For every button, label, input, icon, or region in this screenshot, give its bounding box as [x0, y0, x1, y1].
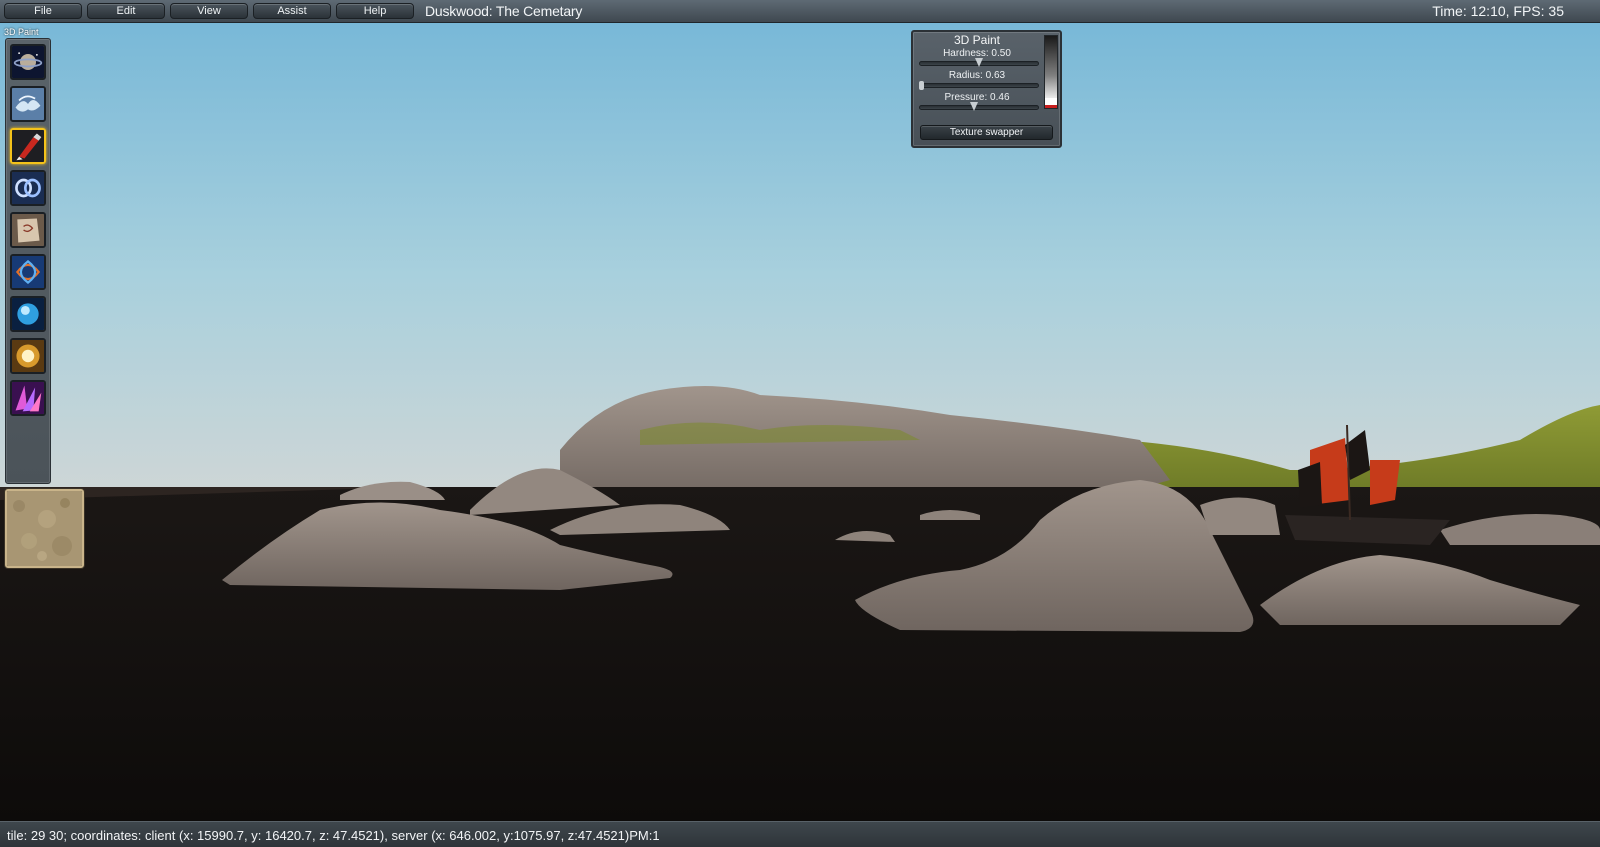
tool-button-2[interactable]: [10, 86, 46, 122]
knot-icon: [12, 256, 44, 288]
texture-swapper-button[interactable]: Texture swapper: [920, 125, 1053, 140]
terrain-scene[interactable]: [0, 0, 1600, 847]
menu-assist[interactable]: Assist: [253, 3, 331, 19]
planet-icon: [12, 46, 44, 78]
tool-button-7[interactable]: [10, 296, 46, 332]
paint-brush-icon: [12, 130, 44, 162]
tool-button-8[interactable]: [10, 338, 46, 374]
blue-orb-icon: [12, 298, 44, 330]
menu-help[interactable]: Help: [336, 3, 414, 19]
tool-button-5[interactable]: [10, 212, 46, 248]
radius-slider[interactable]: [919, 81, 1039, 90]
zone-title: Duskwood: The Cemetary: [425, 3, 583, 19]
menu-file[interactable]: File: [4, 3, 82, 19]
palette-title: 3D Paint: [4, 27, 39, 37]
tool-button-4[interactable]: [10, 170, 46, 206]
3d-viewport[interactable]: [0, 0, 1600, 847]
paint-settings-panel: 3D Paint Hardness: 0.50 Radius: 0.63 Pre…: [911, 30, 1062, 148]
tool-button-6[interactable]: [10, 254, 46, 290]
panel-title: 3D Paint: [953, 33, 1001, 47]
tool-button-9[interactable]: [10, 380, 46, 416]
status-bar: tile: 29 30; coordinates: client (x: 159…: [0, 821, 1600, 847]
hardness-slider-thumb[interactable]: [975, 58, 983, 67]
rings-icon: [12, 172, 44, 204]
rock-small-6: [1200, 497, 1280, 535]
pressure-level-indicator: [1045, 97, 1057, 108]
radius-label: Radius: 0.63: [948, 70, 1006, 81]
pressure-slider[interactable]: [919, 102, 1039, 111]
sand-texture-icon: [7, 491, 82, 566]
time-fps-readout: Time: 12:10, FPS: 35: [1432, 3, 1564, 19]
menu-edit[interactable]: Edit: [87, 3, 165, 19]
water-splash-icon: [12, 88, 44, 120]
parchment-icon: [12, 214, 44, 246]
menu-bar: File Edit View Assist Help Duskwood: The…: [0, 0, 1600, 23]
wow-model-viewer-window: File Edit View Assist Help Duskwood: The…: [0, 0, 1600, 847]
hardness-slider[interactable]: [919, 58, 1039, 67]
texture-swatch[interactable]: [5, 489, 84, 568]
radius-slider-thumb[interactable]: [919, 81, 924, 90]
tool-button-3[interactable]: [10, 128, 46, 164]
tool-palette: [5, 38, 51, 484]
coordinates-readout: tile: 29 30; coordinates: client (x: 159…: [7, 828, 660, 843]
light-burst-icon: [12, 340, 44, 372]
pressure-gradient-bar: [1044, 35, 1058, 109]
menu-view[interactable]: View: [170, 3, 248, 19]
tool-button-1[interactable]: [10, 44, 46, 80]
pressure-slider-thumb[interactable]: [970, 102, 979, 111]
purple-spikes-icon: [12, 382, 44, 414]
